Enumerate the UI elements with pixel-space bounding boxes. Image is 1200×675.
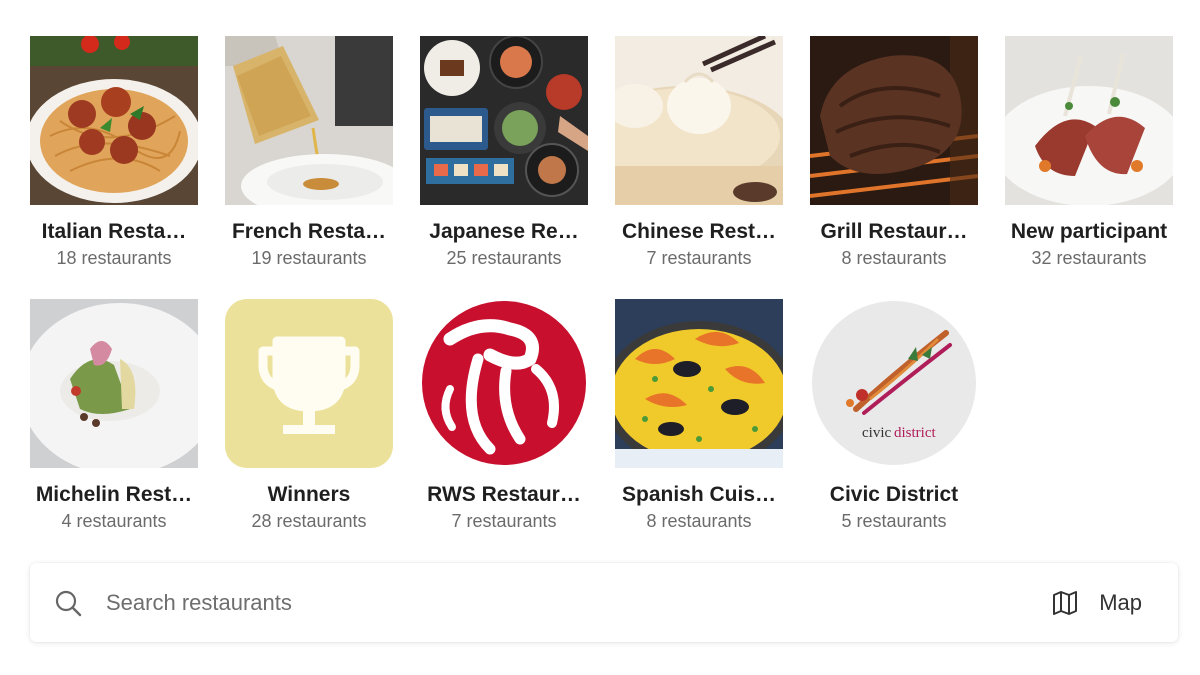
paella-image [615,299,783,468]
category-count: 4 restaurants [61,511,167,531]
category-count: 19 restaurants [251,248,367,268]
category-count: 18 restaurants [56,248,172,268]
fine-dining-image [30,299,198,468]
lamb-rack-image [1005,36,1173,205]
category-card-new-participant[interactable]: New participant 32 restaurants [1005,36,1173,269]
category-count: 5 restaurants [841,511,947,531]
category-name: Civic District [829,483,959,506]
search-icon [55,590,82,616]
map-label: Map [1099,589,1142,615]
grilled-meat-image [810,36,978,205]
svg-text:civic: civic [862,425,891,441]
category-name: French Resta… [231,220,387,243]
category-count: 7 restaurants [646,248,752,268]
pasta-image [30,36,198,205]
category-count: 25 restaurants [446,248,562,268]
japanese-dishes-image [420,36,588,205]
sauce-pour-image [225,36,393,205]
category-name: Italian Resta… [41,220,187,243]
dumpling-image [615,36,783,205]
trophy-icon [225,299,393,468]
category-grid: Italian Resta… 18 restaurants French Res… [30,36,1180,562]
category-count: 8 restaurants [646,511,752,531]
category-name: Chinese Rest… [621,220,777,243]
map-button[interactable]: Map [1051,563,1142,642]
category-count: 28 restaurants [251,511,367,531]
category-card-winners[interactable]: Winners 28 restaurants [225,299,393,532]
category-card-spanish[interactable]: Spanish Cuis… 8 restaurants [615,299,783,532]
category-row: Italian Resta… 18 restaurants French Res… [30,36,1180,269]
category-card-grill[interactable]: Grill Restaur… 8 restaurants [810,36,978,269]
category-name: Winners [267,483,351,506]
rws-logo [420,299,588,468]
civic-district-logo: civic district [810,299,978,468]
search-input[interactable] [106,589,966,616]
category-name: Michelin Rest… [35,483,193,506]
category-name: Spanish Cuis… [621,483,777,506]
category-name: Grill Restaur… [820,220,968,243]
category-card-italian[interactable]: Italian Resta… 18 restaurants [30,36,198,269]
trophy-tile [225,299,393,468]
category-name: RWS Restaur… [427,483,581,506]
category-count: 8 restaurants [841,248,947,268]
category-name: Japanese Re… [429,220,579,243]
category-card-japanese[interactable]: Japanese Re… 25 restaurants [420,36,588,269]
svg-text:district: district [894,425,936,441]
category-card-french[interactable]: French Resta… 19 restaurants [225,36,393,269]
search-bar: Map [30,563,1178,642]
category-card-michelin[interactable]: Michelin Rest… 4 restaurants [30,299,198,532]
category-card-rws[interactable]: RWS Restaur… 7 restaurants [420,299,588,532]
category-name: New participant [1010,220,1168,243]
map-icon [1053,590,1078,615]
category-card-chinese[interactable]: Chinese Rest… 7 restaurants [615,36,783,269]
category-count: 7 restaurants [451,511,557,531]
category-count: 32 restaurants [1031,248,1147,268]
category-row: Michelin Rest… 4 restaurants Winners 28 … [30,299,1180,532]
category-card-civic-district[interactable]: civic district Civic District 5 restaura… [810,299,978,532]
